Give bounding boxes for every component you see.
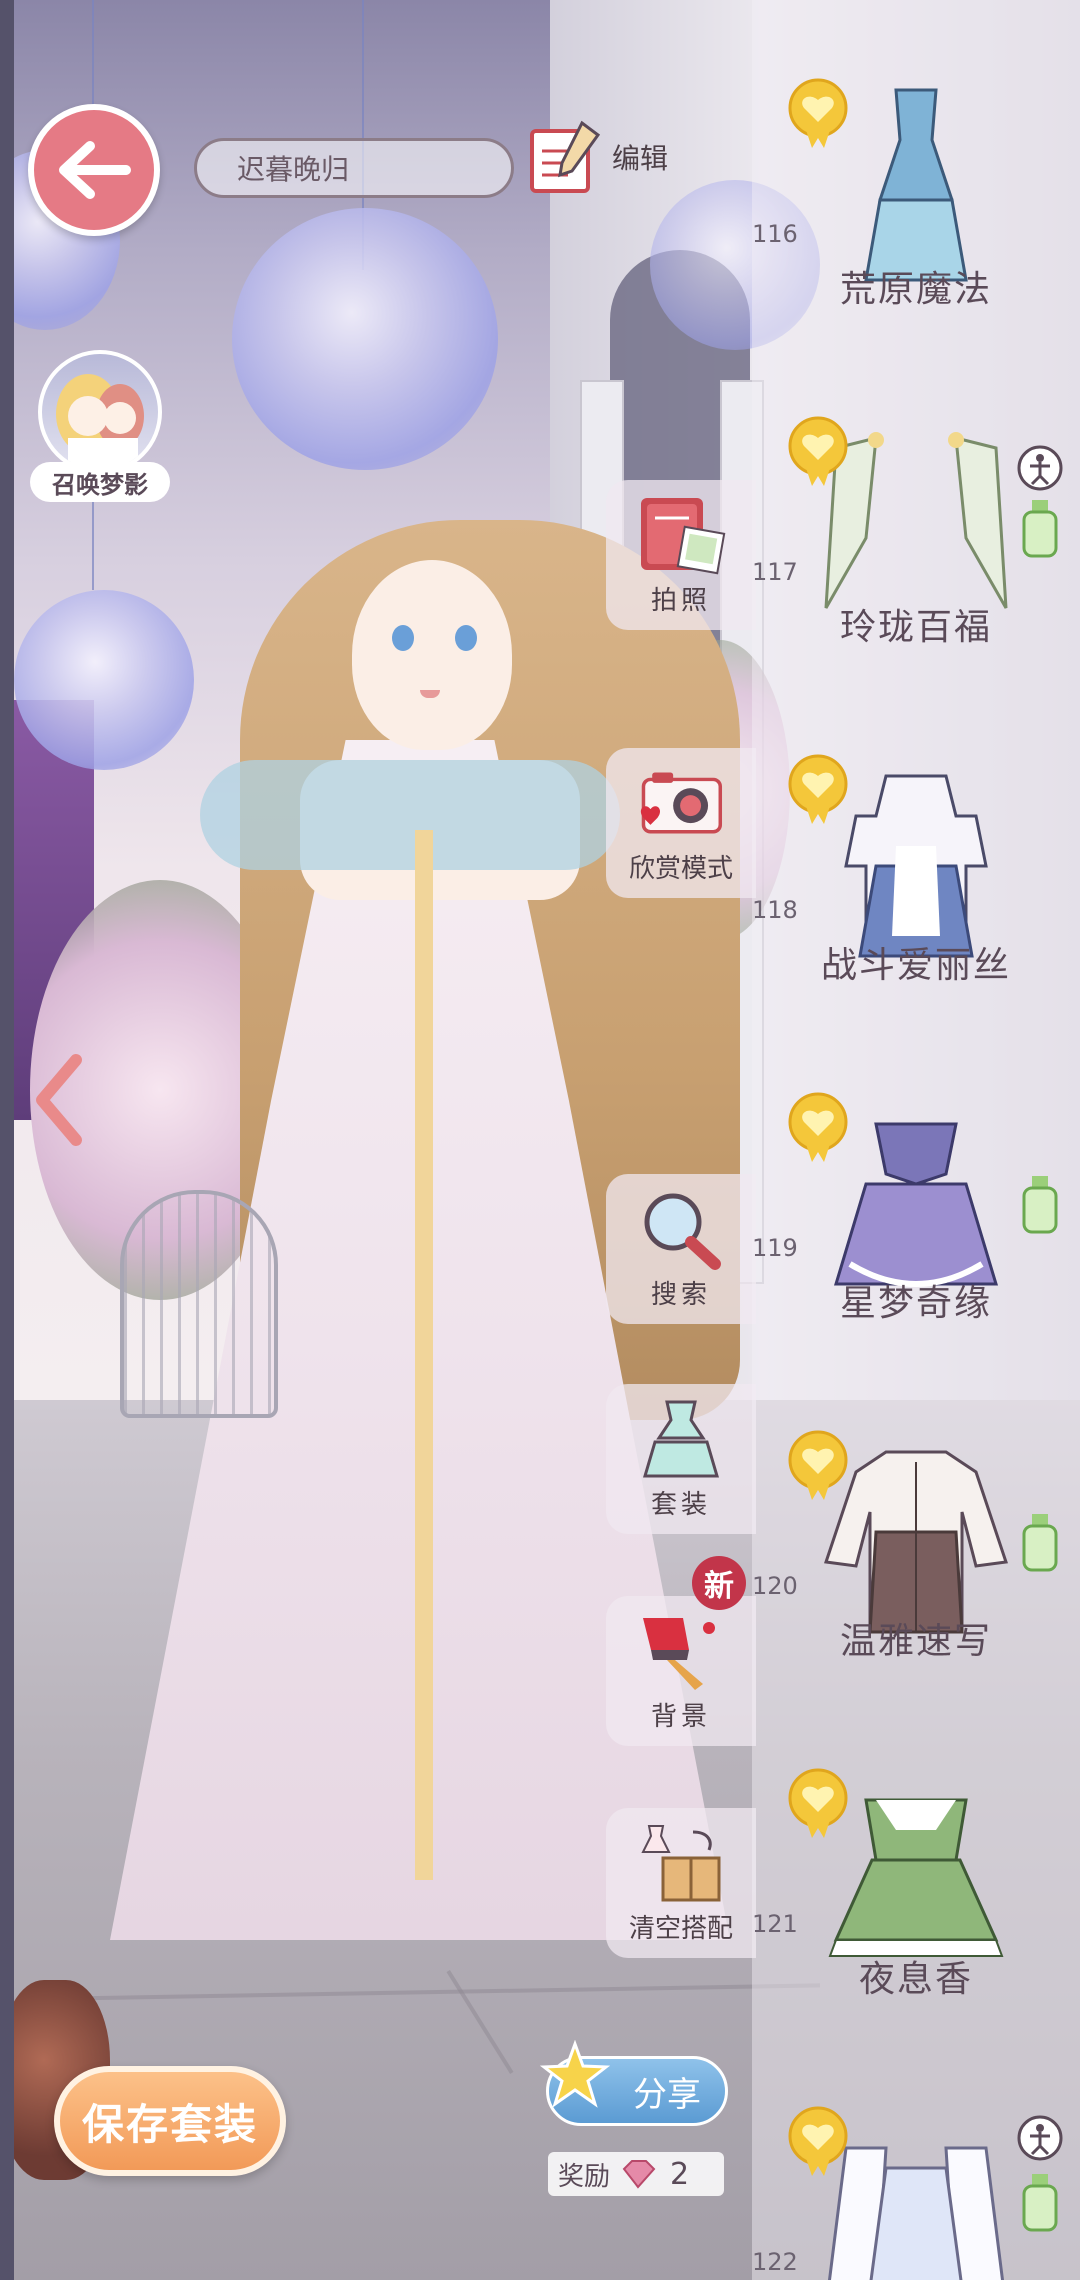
outfit-item[interactable]: 117 玲珑百福 — [752, 358, 1080, 696]
character-eye — [455, 625, 477, 651]
outfit-number: 117 — [752, 558, 798, 586]
character-eye — [392, 625, 414, 651]
outfit-item[interactable]: 120 温雅速写 — [752, 1372, 1080, 1710]
outfit-number: 120 — [752, 1572, 798, 1600]
share-label: 分享 — [633, 2074, 701, 2115]
flower-orb — [232, 208, 498, 470]
left-chevron-icon[interactable] — [30, 1050, 90, 1150]
outfit-name: 温雅速写 — [839, 1621, 992, 1662]
edit-name-button[interactable]: 编辑 — [526, 112, 686, 202]
outfit-number: 118 — [752, 896, 798, 924]
outfit-number: 121 — [752, 1910, 798, 1938]
gold-heart-badge-icon — [788, 1430, 848, 1500]
outfit-name-text: 迟暮晚归 — [237, 153, 350, 186]
potion-bottle-icon — [1022, 500, 1058, 558]
outfit-number: 116 — [752, 220, 798, 248]
potion-bottle-icon — [1022, 1176, 1058, 1234]
summon-dream-shadow-button[interactable]: 召唤梦影 — [30, 350, 170, 502]
outfit-name-field[interactable]: 迟暮晚归 — [194, 138, 514, 198]
pose-icon — [1017, 2115, 1063, 2161]
gold-heart-badge-icon — [788, 1092, 848, 1162]
reward-count: 2 — [670, 2156, 690, 2192]
gold-heart-badge-icon — [788, 78, 848, 148]
clear-outfit-button[interactable]: 清空搭配 — [606, 1808, 756, 1958]
outfit-item[interactable]: 118 战斗爱丽丝 — [752, 696, 1080, 1034]
photo-button[interactable]: 拍照 — [606, 480, 756, 630]
summon-label: 召唤梦影 — [30, 462, 170, 502]
background-button[interactable]: 背景 — [606, 1596, 756, 1746]
orb-string — [92, 500, 94, 590]
flower-orb — [14, 590, 194, 770]
outfit-item[interactable]: 122 — [752, 2048, 1080, 2280]
star-icon — [540, 2040, 610, 2108]
gold-heart-badge-icon — [788, 1768, 848, 1838]
save-outfit-button[interactable]: 保存套装 — [54, 2066, 286, 2176]
feather-shawl — [200, 760, 620, 870]
magnifier-icon — [644, 1193, 721, 1270]
suit-label: 套装 — [650, 1490, 711, 1520]
search-button[interactable]: 搜索 — [606, 1174, 756, 1324]
reward-info: 奖励 2 — [548, 2152, 724, 2196]
suit-dress-icon — [642, 1400, 720, 1478]
gold-heart-badge-icon — [788, 416, 848, 486]
potion-bottle-icon — [1022, 1514, 1058, 1572]
back-arrow-icon — [59, 141, 131, 199]
pink-crystal-icon — [622, 2160, 656, 2189]
search-label: 搜索 — [650, 1280, 711, 1310]
avatar — [38, 350, 162, 474]
appreciation-mode-label: 欣赏模式 — [628, 854, 733, 884]
notebook-pencil-icon — [530, 120, 601, 193]
edit-label: 编辑 — [612, 142, 669, 175]
gold-heart-badge-icon — [788, 2106, 848, 2176]
back-button[interactable] — [28, 104, 160, 236]
outfit-name: 夜息香 — [858, 1959, 973, 2000]
outfit-name: 星梦奇缘 — [839, 1283, 992, 1324]
potion-bottle-icon — [1022, 2174, 1058, 2232]
outfit-item[interactable]: 119 星梦奇缘 — [752, 1034, 1080, 1372]
pose-icon — [1017, 445, 1063, 491]
dress-ribbon — [415, 830, 433, 1880]
clear-box-icon — [641, 1825, 721, 1902]
background-label: 背景 — [650, 1702, 711, 1732]
character-avatar-icon — [56, 374, 144, 470]
photo-album-icon — [641, 498, 726, 575]
clear-outfit-label: 清空搭配 — [628, 1914, 733, 1944]
outfit-item[interactable]: 116 荒原魔法 — [752, 20, 1080, 358]
photo-label: 拍照 — [650, 586, 711, 616]
reward-label: 奖励 — [558, 2161, 611, 2192]
outfit-name: 荒原魔法 — [839, 269, 992, 310]
outfit-item[interactable]: 121 夜息香 — [752, 1710, 1080, 2048]
appreciation-mode-button[interactable]: 欣赏模式 — [606, 748, 756, 898]
camera-icon — [640, 772, 723, 834]
outfit-name: 玲珑百福 — [839, 607, 992, 648]
outfit-number: 119 — [752, 1234, 798, 1262]
suit-button[interactable]: 套装 — [606, 1384, 756, 1534]
outfit-number: 122 — [752, 2248, 798, 2276]
left-edge — [0, 0, 14, 2280]
paint-brush-icon — [643, 1618, 715, 1690]
save-outfit-label: 保存套装 — [81, 2099, 258, 2149]
character-face — [352, 560, 512, 750]
gold-heart-badge-icon — [788, 754, 848, 824]
birdcage — [120, 1190, 278, 1418]
outfit-name: 战斗爱丽丝 — [820, 945, 1011, 986]
new-badge: 新 — [692, 1556, 746, 1610]
